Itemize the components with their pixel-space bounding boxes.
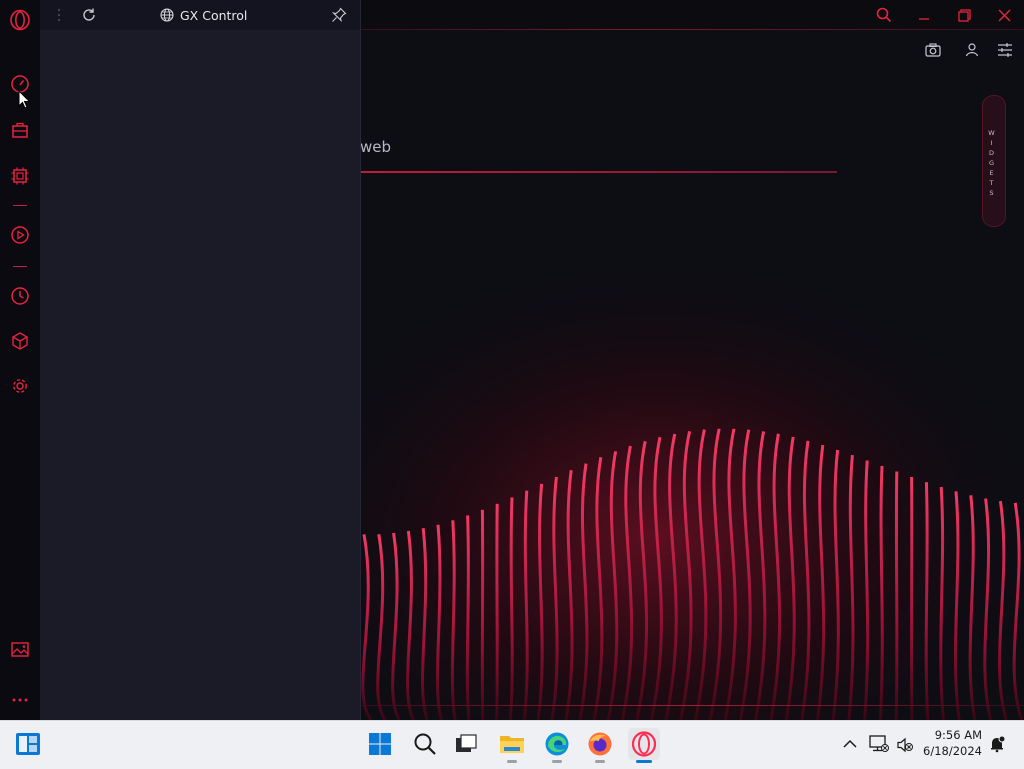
mouse-cursor-icon [18,90,31,109]
camera-button[interactable] [924,41,942,59]
notification-bell-icon [991,735,1006,753]
opera-gx-taskbar-button[interactable] [628,728,660,760]
cpu-chip-icon [11,167,29,185]
panel-title: GX Control [160,0,247,30]
panel-reload-button[interactable] [81,7,97,23]
gx-control-panel: GX Control [40,0,361,720]
panel-pin-button[interactable] [331,7,347,23]
panel-header: GX Control [40,0,360,30]
search-icon [414,733,436,755]
firefox-button[interactable] [584,728,616,760]
file-explorer-button[interactable] [496,728,528,760]
vertical-dots-icon [57,8,61,22]
running-indicator [507,760,517,763]
restore-icon [957,8,971,22]
sidebar-item-settings[interactable] [8,374,32,398]
title-bar-accent-line [360,29,1024,30]
search-tabs-button[interactable] [864,0,904,30]
widgets-taskbar-button[interactable] [12,728,44,760]
firefox-icon [588,732,612,756]
wallpaper-icon [11,642,29,657]
sidebar-item-hardware[interactable] [8,164,32,188]
panel-menu-button[interactable] [54,7,64,23]
history-clock-icon [11,287,29,305]
gear-icon [13,379,27,393]
bottom-accent-line [360,705,1024,706]
edge-button[interactable] [541,728,573,760]
pin-icon [331,7,347,23]
widgets-board-icon [16,733,40,755]
gx-briefcase-icon [12,122,28,138]
running-indicator [552,760,562,763]
opera-gx-logo-icon [10,9,30,31]
edge-icon [545,732,569,756]
camera-icon [925,43,941,57]
notifications-button[interactable] [988,735,1006,753]
file-explorer-icon [500,736,524,753]
network-status-button[interactable] [869,735,889,753]
sidebar-item-player[interactable] [8,223,32,247]
sidebar-separator [13,205,27,206]
more-icon [12,698,28,702]
reload-icon [83,8,95,21]
sidebar-item-history[interactable] [8,284,32,308]
speaker-muted-icon [897,737,913,753]
start-icon [369,733,391,755]
panel-title-text: GX Control [180,7,248,23]
account-button[interactable] [963,41,981,59]
show-hidden-icons-button[interactable] [842,736,858,752]
close-icon [998,9,1010,21]
widgets-label: WIDGETS [988,129,996,197]
search-box-text[interactable]: web [360,138,391,156]
start-button[interactable] [364,728,396,760]
sidebar-more-button[interactable] [8,688,32,712]
sidebar-item-gx-corner[interactable] [8,118,32,142]
minimize-button[interactable] [904,0,944,30]
opera-gx-menu-button[interactable] [8,8,32,32]
wallpaper-wave-graphic [360,240,1024,720]
task-view-button[interactable] [450,728,482,760]
taskbar-search-button[interactable] [409,728,441,760]
user-icon [965,43,979,57]
sidebar-item-wallpaper[interactable] [8,638,32,662]
restore-button[interactable] [944,0,984,30]
chevron-up-icon [843,739,857,748]
play-circle-icon [11,226,29,244]
clock-date: 6/18/2024 [923,744,982,758]
running-indicator [595,760,605,763]
active-indicator [636,760,652,763]
sidebar-separator [13,266,27,267]
network-disconnected-icon [869,735,889,752]
task-view-icon [456,734,477,752]
clock[interactable]: 9:56 AM 6/18/2024 [923,727,982,759]
minimize-icon [919,18,929,20]
settings-sliders-icon [998,43,1012,57]
volume-button[interactable] [896,736,914,754]
globe-icon [160,8,174,22]
close-button[interactable] [984,0,1024,30]
opera-gx-icon [631,731,657,757]
easy-setup-button[interactable] [996,41,1014,59]
cube-icon [12,332,28,350]
clock-time: 9:56 AM [934,728,982,742]
search-icon [876,7,892,23]
search-box-underline [360,171,837,173]
sidebar-item-extensions[interactable] [8,329,32,353]
